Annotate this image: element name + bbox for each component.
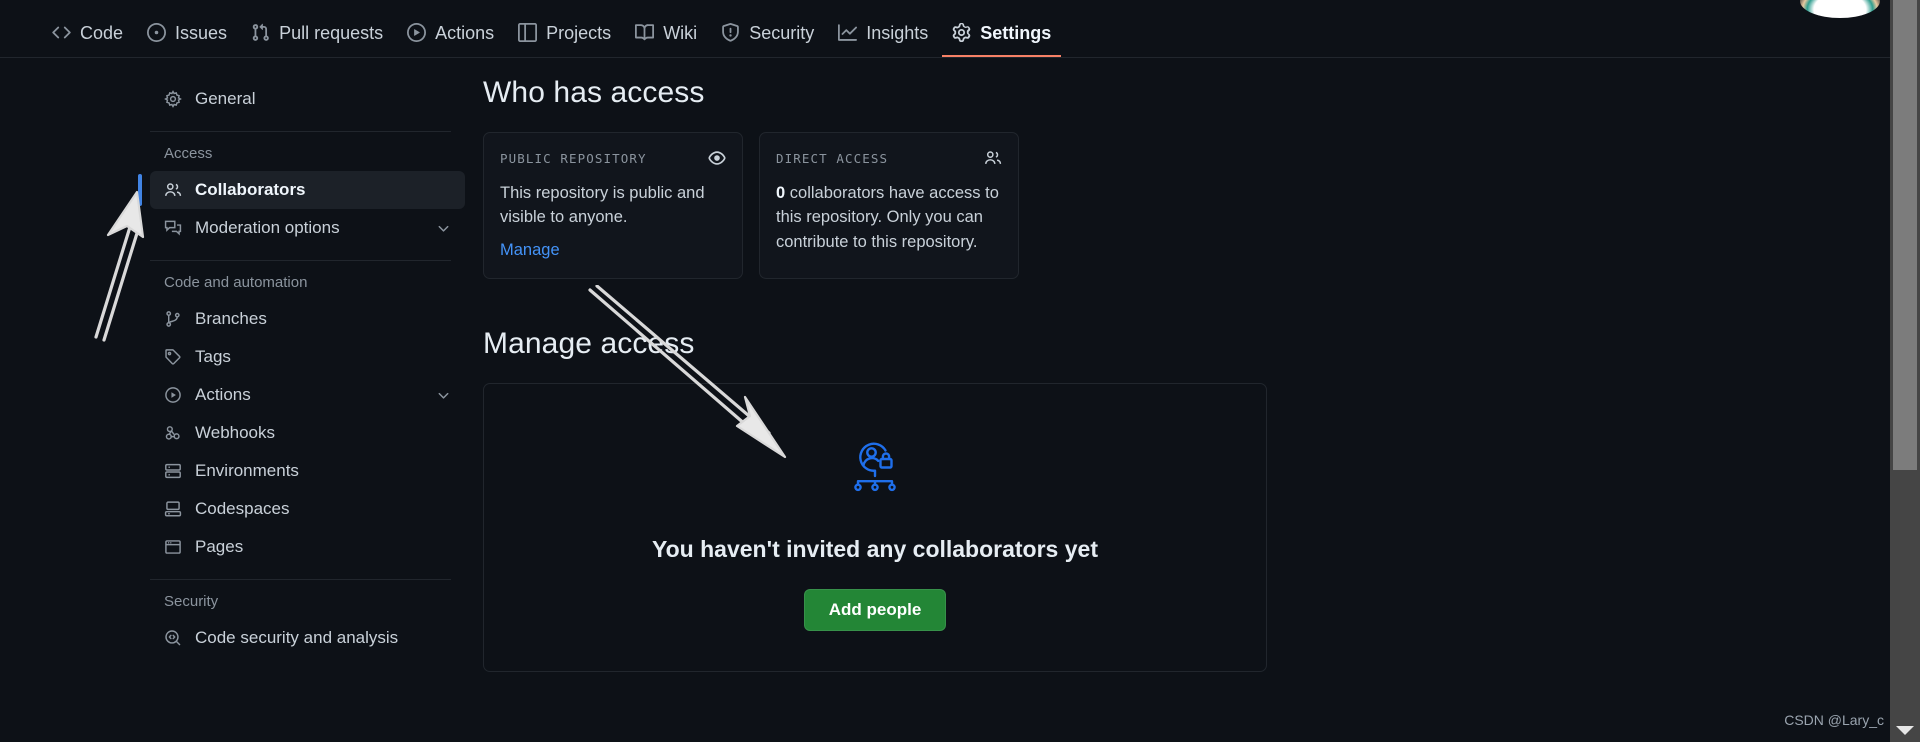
sidebar-heading-code-and-automation: Code and automation xyxy=(164,274,308,291)
card-body-text: This repository is public and visible to… xyxy=(500,184,705,227)
nav-item-label: Insights xyxy=(866,22,929,43)
sidebar-item-general[interactable]: General xyxy=(150,80,465,118)
sidebar-item-pages[interactable]: Pages xyxy=(150,528,465,566)
git-pull-request-icon xyxy=(251,23,270,42)
repository-nav: Code Issues Pull requests Actions Projec xyxy=(0,0,1890,58)
sidebar-item-moderation-options[interactable]: Moderation options xyxy=(150,209,465,247)
sidebar-heading-access: Access xyxy=(164,145,213,162)
play-icon xyxy=(407,23,427,42)
server-icon xyxy=(164,462,182,480)
sidebar-item-actions[interactable]: Actions xyxy=(150,376,465,414)
sidebar-item-label: Moderation options xyxy=(195,218,340,237)
sidebar-item-branches[interactable]: Branches xyxy=(150,300,465,338)
sidebar-divider xyxy=(150,260,451,261)
gear-icon xyxy=(952,23,971,42)
book-icon xyxy=(635,23,655,42)
sidebar-item-label: Environments xyxy=(195,461,299,480)
code-icon xyxy=(52,23,71,42)
play-icon xyxy=(164,386,182,404)
watermark: CSDN @Lary_c xyxy=(1784,712,1884,728)
access-cards-row: PUBLIC REPOSITORY This repository is pub… xyxy=(483,132,1890,279)
table-icon xyxy=(518,23,538,42)
nav-item-label: Actions xyxy=(435,22,495,43)
eye-icon xyxy=(708,149,726,167)
settings-body: General Access Collaborators Moderation … xyxy=(0,58,1890,742)
who-has-access-title: Who has access xyxy=(483,76,705,109)
gear-icon xyxy=(164,90,182,108)
nav-item-projects[interactable]: Projects xyxy=(508,23,621,57)
browser-icon xyxy=(164,538,182,556)
nav-item-label: Pull requests xyxy=(279,22,384,43)
comment-discussion-icon xyxy=(164,219,182,237)
sidebar-heading-security: Security xyxy=(164,593,219,610)
sidebar-item-label: Branches xyxy=(195,309,267,328)
sidebar-item-label: Collaborators xyxy=(195,180,306,199)
sidebar-item-tags[interactable]: Tags xyxy=(150,338,465,376)
people-icon xyxy=(984,149,1002,167)
add-people-button[interactable]: Add people xyxy=(803,588,947,632)
scroll-down-arrow-icon[interactable] xyxy=(1896,726,1914,735)
issue-opened-icon xyxy=(147,23,167,42)
sidebar-item-collaborators[interactable]: Collaborators xyxy=(138,171,465,209)
nav-item-actions[interactable]: Actions xyxy=(397,23,504,57)
access-card-public-repository: PUBLIC REPOSITORY This repository is pub… xyxy=(483,132,743,279)
manage-link[interactable]: Manage xyxy=(500,241,560,260)
nav-item-label: Code xyxy=(80,22,124,43)
nav-item-wiki[interactable]: Wiki xyxy=(625,23,707,57)
card-header: PUBLIC REPOSITORY xyxy=(500,149,726,167)
tag-icon xyxy=(164,348,182,366)
nav-item-security[interactable]: Security xyxy=(711,23,824,57)
nav-item-label: Wiki xyxy=(663,22,698,43)
nav-item-label: Projects xyxy=(546,22,612,43)
git-branch-icon xyxy=(164,310,182,328)
nav-item-label: Settings xyxy=(980,22,1052,43)
sidebar-item-webhooks[interactable]: Webhooks xyxy=(150,414,465,452)
access-card-direct-access: DIRECT ACCESS 0 collaborators have acces… xyxy=(759,132,1019,279)
card-header: DIRECT ACCESS xyxy=(776,149,1002,167)
codespaces-icon xyxy=(164,500,182,518)
vertical-scrollbar-thumb[interactable] xyxy=(1893,0,1917,470)
people-icon xyxy=(164,181,182,199)
nav-item-code[interactable]: Code xyxy=(42,23,133,57)
sidebar-item-label: Actions xyxy=(195,385,251,404)
github-repo-settings-collaborators-page: Code Issues Pull requests Actions Projec xyxy=(0,0,1920,742)
card-kicker: PUBLIC REPOSITORY xyxy=(500,150,647,166)
nav-item-label: Security xyxy=(749,22,815,43)
nav-item-settings[interactable]: Settings xyxy=(942,22,1062,57)
sidebar-divider xyxy=(150,579,451,580)
sidebar-item-label: Codespaces xyxy=(195,499,290,518)
shield-icon xyxy=(721,23,740,42)
sidebar-item-environments[interactable]: Environments xyxy=(150,452,465,490)
sidebar-item-label: Code security and analysis xyxy=(195,628,399,647)
empty-state-title: You haven't invited any collaborators ye… xyxy=(652,535,1098,562)
codescan-icon xyxy=(164,629,182,647)
collaborator-count-text: collaborators have access to this reposi… xyxy=(776,184,999,251)
collaborator-count: 0 xyxy=(776,184,786,202)
manage-access-title: Manage access xyxy=(483,326,695,360)
sidebar-item-label: Pages xyxy=(195,537,244,556)
settings-sidebar: General Access Collaborators Moderation … xyxy=(0,58,465,742)
access-control-illustration-icon xyxy=(844,436,906,498)
sidebar-item-label: Webhooks xyxy=(195,423,276,442)
nav-item-insights[interactable]: Insights xyxy=(828,23,938,57)
nav-item-label: Issues xyxy=(175,22,228,43)
chevron-down-icon[interactable] xyxy=(435,220,451,236)
card-body-text: 0 collaborators have access to this repo… xyxy=(776,181,1002,254)
chevron-down-icon[interactable] xyxy=(435,387,451,403)
graph-icon xyxy=(838,23,858,42)
nav-item-pull-requests[interactable]: Pull requests xyxy=(241,23,393,57)
settings-main-content: Who has access PUBLIC REPOSITORY This re… xyxy=(465,58,1890,742)
sidebar-divider xyxy=(150,131,451,132)
nav-item-issues[interactable]: Issues xyxy=(137,23,237,57)
manage-access-panel: You haven't invited any collaborators ye… xyxy=(483,382,1267,673)
sidebar-item-label: General xyxy=(195,89,256,108)
sidebar-item-label: Tags xyxy=(195,347,231,366)
sidebar-item-code-security-and-analysis[interactable]: Code security and analysis xyxy=(150,619,465,657)
webhook-icon xyxy=(164,424,182,442)
sidebar-item-codespaces[interactable]: Codespaces xyxy=(150,490,465,528)
card-kicker: DIRECT ACCESS xyxy=(776,150,889,166)
